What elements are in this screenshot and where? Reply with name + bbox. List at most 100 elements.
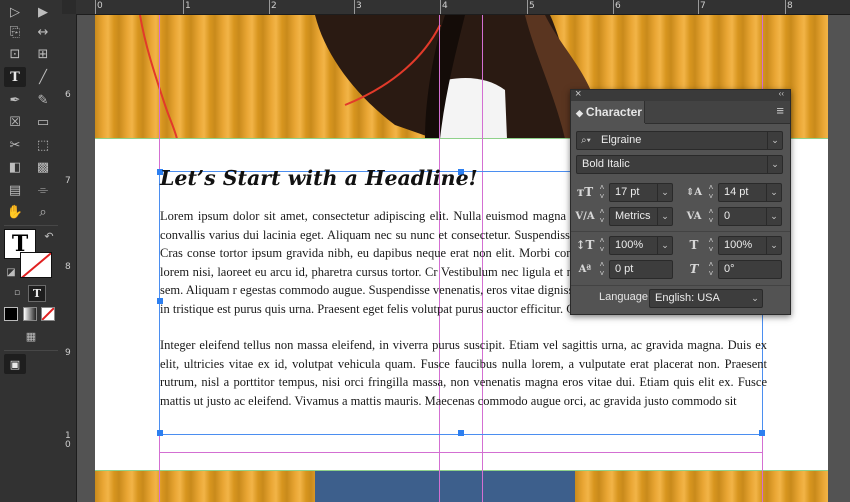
swap-fill-stroke-icon[interactable]: ↶	[38, 226, 60, 246]
character-panel: × ‹‹ ◆ Character ≡ ⌕▾ Elgraine ⌄ Bold Ita…	[570, 88, 791, 315]
gap-tool-icon[interactable]: ↔	[32, 22, 54, 42]
rectangle-frame-tool-icon[interactable]: ☒	[4, 112, 26, 132]
headline[interactable]: Let’s Start with a Headline!	[160, 166, 478, 190]
note-tool-icon[interactable]: ▤	[4, 180, 26, 200]
page-tool-icon[interactable]: ⎘	[4, 22, 26, 42]
panel-title-bar[interactable]: × ‹‹	[571, 88, 790, 101]
frame-handle[interactable]	[458, 430, 464, 436]
tracking-icon: VA	[686, 211, 702, 222]
skew-field[interactable]: 0°	[718, 260, 782, 279]
horizontal-ruler[interactable]: 0 1 2 3 4 5 6 7 8	[62, 0, 850, 15]
kerning-field[interactable]: Metrics ⌄	[609, 207, 673, 226]
ruler-label: 4	[442, 1, 448, 11]
screen-mode-icon[interactable]: ▣	[4, 354, 26, 374]
chevron-down-icon: ⌄	[766, 184, 781, 201]
leading-stepper[interactable]: ˄ ˅	[706, 183, 716, 202]
chevron-down-icon: ⌄	[767, 132, 782, 149]
chevron-down-icon: ⌄	[766, 237, 781, 254]
photo-frame-bottom[interactable]	[95, 471, 828, 502]
bleed-guide	[95, 470, 828, 471]
ruler-label: 8	[787, 1, 793, 11]
font-size-icon: ᴛT	[576, 185, 594, 199]
frame-handle[interactable]	[759, 430, 765, 436]
vertical-scale-field[interactable]: 100% ⌄	[609, 236, 673, 255]
pen-tool-icon[interactable]: ✒	[4, 90, 26, 110]
pencil-tool-icon[interactable]: ✎	[32, 90, 54, 110]
direct-selection-tool-icon[interactable]: ▶	[32, 2, 54, 22]
font-size-field[interactable]: 17 pt ⌄	[609, 183, 673, 202]
baseline-shift-field[interactable]: 0 pt	[609, 260, 673, 279]
hand-tool-icon[interactable]: ✋	[4, 202, 26, 222]
skew-icon: T	[689, 262, 699, 276]
apply-color-icon[interactable]	[4, 307, 18, 321]
font-style-dropdown[interactable]: Bold Italic ⌄	[576, 155, 783, 174]
default-fill-stroke-icon[interactable]: ◪	[0, 262, 22, 282]
chevron-down-icon: ⌄	[751, 293, 759, 303]
close-icon[interactable]: ×	[575, 88, 581, 100]
search-icon: ⌕▾	[581, 135, 591, 146]
apply-none-icon[interactable]	[41, 307, 55, 321]
selection-tool-icon[interactable]: ▷	[4, 2, 26, 22]
chevron-down-icon: ⌄	[766, 208, 781, 225]
kerning-value: Metrics	[615, 210, 651, 222]
free-transform-tool-icon[interactable]: ⬚	[32, 135, 54, 155]
ruler-label: 2	[271, 1, 277, 11]
vertical-ruler[interactable]: 6 7 8 9 1 0	[62, 14, 77, 502]
toolbar-divider	[4, 350, 58, 351]
panel-divider	[571, 285, 790, 286]
vertical-scale-stepper[interactable]: ˄ ˅	[597, 236, 607, 255]
tab-character[interactable]: ◆ Character	[571, 101, 645, 123]
horizontal-scale-field[interactable]: 100% ⌄	[718, 236, 782, 255]
zoom-tool-icon[interactable]: ⌕	[32, 202, 54, 222]
type-tool-icon[interactable]: T	[4, 67, 26, 87]
baseline-shift-stepper[interactable]: ˄ ˅	[597, 260, 607, 279]
skew-value: 0°	[724, 263, 735, 275]
leading-field[interactable]: 14 pt ⌄	[718, 183, 782, 202]
horizontal-scale-stepper[interactable]: ˄ ˅	[706, 236, 716, 255]
panel-divider	[571, 231, 790, 232]
leading-icon: ⇕A	[685, 187, 703, 198]
content-placer-tool-icon[interactable]: ⊞	[32, 44, 54, 64]
gradient-swatch-tool-icon[interactable]: ◧	[4, 157, 26, 177]
body-paragraph[interactable]: Integer eleifend tellus non massa eleife…	[160, 336, 767, 410]
eyedropper-tool-icon[interactable]: ⌯	[32, 180, 54, 200]
leading-value: 14 pt	[724, 186, 749, 198]
ruler-label: 6	[615, 1, 621, 11]
kerning-stepper[interactable]: ˄ ˅	[597, 207, 607, 226]
stroke-swatch-none[interactable]	[20, 252, 52, 278]
panel-menu-icon[interactable]: ≡	[776, 103, 784, 118]
font-size-value: 17 pt	[615, 186, 640, 198]
ruler-label: 1	[185, 1, 191, 11]
tracking-value: 0	[724, 210, 731, 222]
formatting-affects-container-icon[interactable]: ▫	[6, 283, 28, 303]
skew-stepper[interactable]: ˄ ˅	[706, 260, 716, 279]
vertical-scale-value: 100%	[615, 239, 644, 251]
panel-tab-strip: ≡	[645, 101, 790, 124]
baseline-shift-icon: Aª	[578, 264, 592, 275]
kerning-icon: V/A	[575, 211, 595, 222]
tracking-stepper[interactable]: ˄ ˅	[706, 207, 716, 226]
vertical-scale-icon: ↕T	[575, 238, 595, 252]
line-tool-icon[interactable]: ╱	[32, 67, 54, 87]
apply-gradient-icon[interactable]	[23, 307, 37, 321]
frame-handle[interactable]	[157, 430, 163, 436]
scissors-tool-icon[interactable]: ✂	[4, 135, 26, 155]
formatting-affects-text-icon[interactable]: T	[28, 285, 46, 302]
ruler-origin[interactable]	[62, 0, 76, 14]
gradient-feather-tool-icon[interactable]: ▩	[32, 157, 54, 177]
font-family-dropdown[interactable]: ⌕▾ Elgraine ⌄	[576, 131, 783, 150]
panel-title: Character	[585, 105, 642, 119]
collapse-icon[interactable]: ‹‹	[779, 89, 784, 98]
language-dropdown[interactable]: English: USA ⌄	[649, 289, 763, 308]
language-value: English: USA	[655, 292, 720, 304]
ruler-label: 5	[529, 1, 535, 11]
rectangle-tool-icon[interactable]: ▭	[32, 112, 54, 132]
font-size-stepper[interactable]: ˄ ˅	[597, 183, 607, 202]
tracking-field[interactable]: 0 ⌄	[718, 207, 782, 226]
content-collector-tool-icon[interactable]: ⊡	[4, 44, 26, 64]
ruler-label: 3	[356, 1, 362, 11]
margin-guide[interactable]	[159, 452, 763, 453]
horizontal-scale-value: 100%	[724, 239, 753, 251]
view-mode-icon[interactable]: ▦	[20, 326, 42, 346]
chevron-down-icon: ⌄	[767, 156, 782, 173]
